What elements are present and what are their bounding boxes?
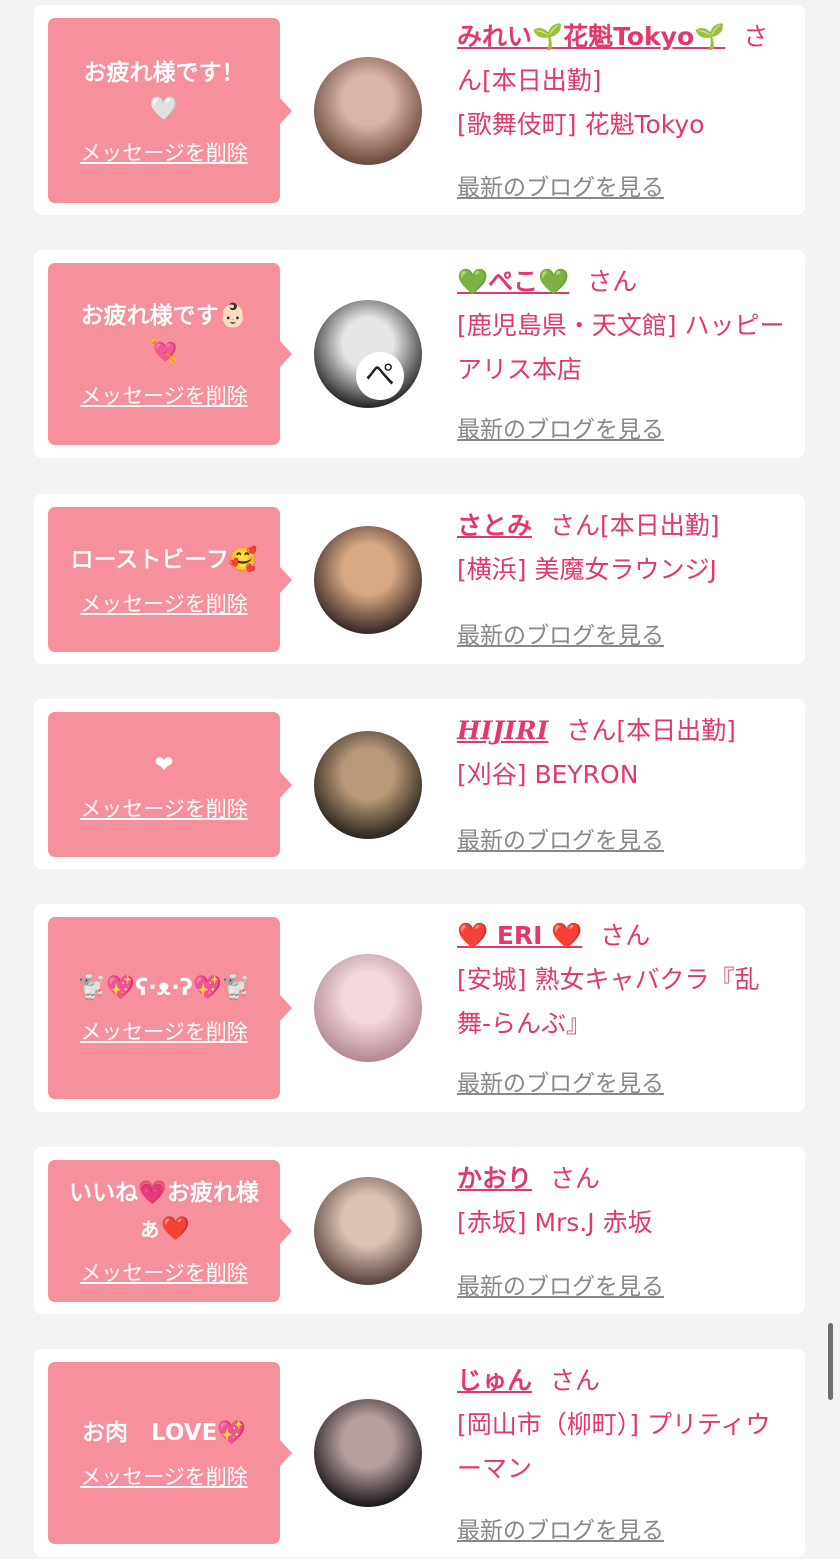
profile-name-link[interactable]: 💚ぺこ💚: [457, 267, 569, 296]
name-line: さとみ さん[本日出勤]: [457, 504, 791, 548]
message-bubble: お疲れ様です！ 🤍 メッセージを削除: [48, 18, 292, 203]
message-bubble: お肉 LOVE💖 メッセージを削除: [48, 1362, 292, 1544]
avatar[interactable]: [314, 1399, 422, 1507]
shop-info: [刈谷] BEYRON: [457, 760, 639, 789]
message-text: ぁ❤️: [138, 1216, 190, 1242]
delete-message-link[interactable]: メッセージを削除: [80, 1016, 248, 1046]
delete-message-link[interactable]: メッセージを削除: [80, 588, 248, 618]
profile-info: かおり さん [赤坂] Mrs.J 赤坂: [457, 1157, 791, 1245]
shop-info: [横浜] 美魔女ラウンジJ: [457, 555, 717, 584]
message-card: お疲れ様です👶🏻 💘 メッセージを削除 ぺ 💚ぺこ💚 さん [鹿児島県・天文館] ハッピーア…: [34, 250, 805, 458]
profile-info: じゅん さん [岡山市（柳町）] プリティウーマン: [457, 1359, 791, 1491]
message-bubble: ❤ メッセージを削除: [48, 712, 292, 857]
message-bubble: いいね💗お疲れ様 ぁ❤️ メッセージを削除: [48, 1160, 292, 1302]
shop-info: [岡山市（柳町）] プリティウーマン: [457, 1410, 771, 1483]
delete-message-link[interactable]: メッセージを削除: [80, 1461, 248, 1491]
latest-blog-link[interactable]: 最新のブログを見る: [457, 821, 664, 855]
message-text: お肉 LOVE💖: [82, 1420, 246, 1446]
name-line: みれい🌱花魁Tokyo🌱 さん[本日出勤]: [457, 15, 791, 103]
message-text: お疲れ様です👶🏻: [80, 303, 248, 329]
name-line: 💚ぺこ💚 さん: [457, 260, 791, 304]
delete-message-link[interactable]: メッセージを削除: [80, 137, 248, 167]
message-bubble: お疲れ様です👶🏻 💘 メッセージを削除: [48, 263, 292, 445]
shop-info: [安城] 熟女キャバクラ『乱舞-らんぶ』: [457, 965, 760, 1038]
message-text: いいね💗お疲れ様: [69, 1180, 259, 1206]
name-line: かおり さん: [457, 1157, 791, 1201]
honorific: さん: [550, 1164, 601, 1193]
message-bubble: ローストビーフ🥰 メッセージを削除: [48, 507, 292, 652]
latest-blog-link[interactable]: 最新のブログを見る: [457, 410, 664, 444]
avatar[interactable]: [314, 57, 422, 165]
message-text: 🤍: [149, 95, 179, 122]
message-text: 💘: [149, 339, 179, 365]
latest-blog-link[interactable]: 最新のブログを見る: [457, 1511, 664, 1545]
shop-info: [赤坂] Mrs.J 赤坂: [457, 1208, 653, 1237]
delete-message-link[interactable]: メッセージを削除: [80, 1257, 248, 1287]
honorific: さん: [600, 921, 651, 950]
profile-name-link[interactable]: かおり: [457, 1164, 532, 1193]
message-card: お疲れ様です！ 🤍 メッセージを削除 みれい🌱花魁Tokyo🌱 さん[本日出勤] [歌舞伎…: [34, 5, 805, 215]
message-text: ❤: [154, 751, 174, 778]
shop-info: [歌舞伎町] 花魁Tokyo: [457, 110, 705, 139]
message-text: 🐩💖ʕ·ᴥ·ʔ💖🐩: [77, 975, 251, 1001]
avatar[interactable]: [314, 954, 422, 1062]
honorific: さん: [587, 267, 638, 296]
honorific: さん: [566, 716, 617, 745]
scrollbar[interactable]: [828, 1323, 833, 1400]
message-text: ローストビーフ🥰: [70, 546, 258, 573]
profile-info: さとみ さん[本日出勤] [横浜] 美魔女ラウンジJ: [457, 504, 791, 592]
profile-info: 💚ぺこ💚 さん [鹿児島県・天文館] ハッピーアリス本店: [457, 260, 791, 392]
delete-message-link[interactable]: メッセージを削除: [80, 380, 248, 410]
message-list: お疲れ様です！ 🤍 メッセージを削除 みれい🌱花魁Tokyo🌱 さん[本日出勤] [歌舞伎…: [0, 0, 840, 1559]
message-bubble: 🐩💖ʕ·ᴥ·ʔ💖🐩 メッセージを削除: [48, 917, 292, 1099]
message-card: 🐩💖ʕ·ᴥ·ʔ💖🐩 メッセージを削除 ❤️ ERI ❤️ さん [安城] 熟女キャバクラ…: [34, 904, 805, 1112]
latest-blog-link[interactable]: 最新のブログを見る: [457, 168, 664, 202]
latest-blog-link[interactable]: 最新のブログを見る: [457, 1267, 664, 1301]
work-status: [本日出勤]: [482, 66, 602, 95]
delete-message-link[interactable]: メッセージを削除: [80, 793, 248, 823]
honorific: さん: [550, 1366, 601, 1395]
profile-info: みれい🌱花魁Tokyo🌱 さん[本日出勤] [歌舞伎町] 花魁Tokyo: [457, 15, 791, 147]
message-card: ❤ メッセージを削除 HIJIRI さん[本日出勤] [刈谷] BEYRON 最新のブログ…: [34, 699, 805, 869]
work-status: [本日出勤]: [616, 716, 736, 745]
message-card: お肉 LOVE💖 メッセージを削除 じゅん さん [岡山市（柳町）] プリティウーマン最…: [34, 1349, 805, 1557]
profile-name-link[interactable]: HIJIRI: [457, 716, 548, 745]
honorific: さん: [550, 511, 601, 540]
profile-info: ❤️ ERI ❤️ さん [安城] 熟女キャバクラ『乱舞-らんぶ』: [457, 914, 791, 1046]
shop-info: [鹿児島県・天文館] ハッピーアリス本店: [457, 311, 785, 384]
avatar[interactable]: ぺ: [314, 300, 422, 408]
avatar[interactable]: [314, 731, 422, 839]
latest-blog-link[interactable]: 最新のブログを見る: [457, 616, 664, 650]
name-line: じゅん さん: [457, 1359, 791, 1403]
name-line: ❤️ ERI ❤️ さん: [457, 914, 791, 958]
profile-name-link[interactable]: みれい🌱花魁Tokyo🌱: [457, 22, 725, 51]
name-line: HIJIRI さん[本日出勤]: [457, 709, 791, 753]
profile-info: HIJIRI さん[本日出勤] [刈谷] BEYRON: [457, 709, 791, 797]
message-text: お疲れ様です！: [83, 59, 245, 86]
avatar[interactable]: [314, 1177, 422, 1285]
avatar-badge: ぺ: [356, 352, 404, 400]
message-card: ローストビーフ🥰 メッセージを削除 さとみ さん[本日出勤] [横浜] 美魔女ラウンジJ…: [34, 494, 805, 664]
profile-name-link[interactable]: さとみ: [457, 511, 532, 540]
profile-name-link[interactable]: じゅん: [457, 1366, 532, 1395]
profile-name-link[interactable]: ❤️ ERI ❤️: [457, 921, 582, 950]
avatar[interactable]: [314, 526, 422, 634]
latest-blog-link[interactable]: 最新のブログを見る: [457, 1064, 664, 1098]
work-status: [本日出勤]: [600, 511, 720, 540]
message-card: いいね💗お疲れ様 ぁ❤️ メッセージを削除 かおり さん [赤坂] Mrs.J 赤坂最新の…: [34, 1147, 805, 1314]
